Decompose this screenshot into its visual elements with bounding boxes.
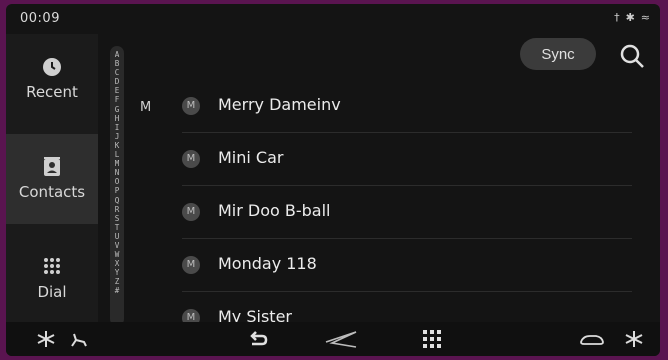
contact-name: Mir Doo B-ball xyxy=(218,201,331,220)
alphabet-letter[interactable]: W xyxy=(110,250,124,259)
contact-row[interactable]: M Mir Doo B-ball xyxy=(182,186,632,239)
sidebar-item-label: Dial xyxy=(37,283,67,301)
alphabet-letter[interactable]: # xyxy=(110,286,124,295)
wifi-icon: ≈ xyxy=(640,11,650,24)
alphabet-letter[interactable]: B xyxy=(110,59,124,68)
sidebar-item-label: Recent xyxy=(26,83,78,101)
bluetooth-icon: ✱ xyxy=(625,11,635,24)
contacts-icon xyxy=(44,157,60,176)
contact-name: Merry Dameinv xyxy=(218,95,341,114)
sidebar-item-dial[interactable]: Dial xyxy=(6,234,98,324)
alphabet-letter[interactable]: D xyxy=(110,77,124,86)
keypad-icon xyxy=(44,258,60,274)
alphabet-letter[interactable]: X xyxy=(110,259,124,268)
contact-initial-badge: M xyxy=(182,150,200,168)
alphabet-letter[interactable]: J xyxy=(110,132,124,141)
alphabet-letter[interactable]: L xyxy=(110,150,124,159)
alphabet-letter[interactable]: R xyxy=(110,205,124,214)
group-letter: M xyxy=(140,100,152,115)
fan-left-icon[interactable] xyxy=(34,328,58,350)
alphabet-letter[interactable]: H xyxy=(110,114,124,123)
alphabet-letter[interactable]: U xyxy=(110,232,124,241)
alphabet-letter[interactable]: C xyxy=(110,68,124,77)
alphabet-letter[interactable]: K xyxy=(110,141,124,150)
contact-initial-badge: M xyxy=(182,203,200,221)
alphabet-letter[interactable]: E xyxy=(110,86,124,95)
contact-initial-badge: M xyxy=(182,97,200,115)
clock-icon xyxy=(43,58,61,76)
alphabet-letter[interactable]: T xyxy=(110,223,124,232)
contact-name: Mini Car xyxy=(218,148,284,167)
alphabet-letter[interactable]: I xyxy=(110,123,124,132)
car-air-icon[interactable] xyxy=(578,328,606,350)
sidebar: Recent Contacts Dial xyxy=(6,34,98,324)
alphabet-letter[interactable]: Y xyxy=(110,268,124,277)
contact-row[interactable]: M Mini Car xyxy=(182,133,632,186)
search-icon[interactable] xyxy=(618,42,646,70)
alphabet-letter[interactable]: F xyxy=(110,95,124,104)
alphabet-index[interactable]: A B C D E F G H I J K L M N O P Q R S T U V W X Y Z # xyxy=(110,46,124,326)
sidebar-item-label: Contacts xyxy=(18,183,86,201)
alphabet-letters: A B C D E F G H I J K L M N O P Q R S T U V W X Y Z # xyxy=(110,50,124,296)
phone-screen: 00:09 † ✱ ≈ Recent Contacts Dial A B C D… xyxy=(6,4,660,356)
status-icons: † ✱ ≈ xyxy=(614,11,650,24)
clock: 00:09 xyxy=(20,11,60,26)
alphabet-letter[interactable]: G xyxy=(110,105,124,114)
alphabet-letter[interactable]: O xyxy=(110,177,124,186)
contact-initial-badge: M xyxy=(182,256,200,274)
status-bar: 00:09 † ✱ ≈ xyxy=(6,4,660,34)
alphabet-letter[interactable]: M xyxy=(110,159,124,168)
sidebar-item-recent[interactable]: Recent xyxy=(6,34,98,124)
alphabet-letter[interactable]: N xyxy=(110,168,124,177)
alphabet-letter[interactable]: P xyxy=(110,186,124,195)
contact-name: Monday 118 xyxy=(218,254,317,273)
alphabet-letter[interactable]: Z xyxy=(110,277,124,286)
alphabet-letter[interactable]: S xyxy=(110,214,124,223)
contact-row[interactable]: M Monday 118 xyxy=(182,239,632,292)
bottom-bar xyxy=(6,322,660,356)
sidebar-item-contacts[interactable]: Contacts xyxy=(6,134,98,224)
brand-logo-icon[interactable] xyxy=(324,328,358,350)
fan-right-icon[interactable] xyxy=(622,328,646,350)
alphabet-letter[interactable]: Q xyxy=(110,196,124,205)
apps-grid-icon[interactable] xyxy=(420,328,444,350)
contact-row[interactable]: M Merry Dameinv xyxy=(182,80,632,133)
sync-button[interactable]: Sync xyxy=(520,38,596,70)
alphabet-letter[interactable]: A xyxy=(110,50,124,59)
alphabet-letter[interactable]: V xyxy=(110,241,124,250)
usb-icon: † xyxy=(614,11,620,24)
contact-row[interactable]: M My Sister xyxy=(182,292,632,327)
back-icon[interactable] xyxy=(246,328,270,350)
seat-heat-icon[interactable] xyxy=(66,328,90,350)
